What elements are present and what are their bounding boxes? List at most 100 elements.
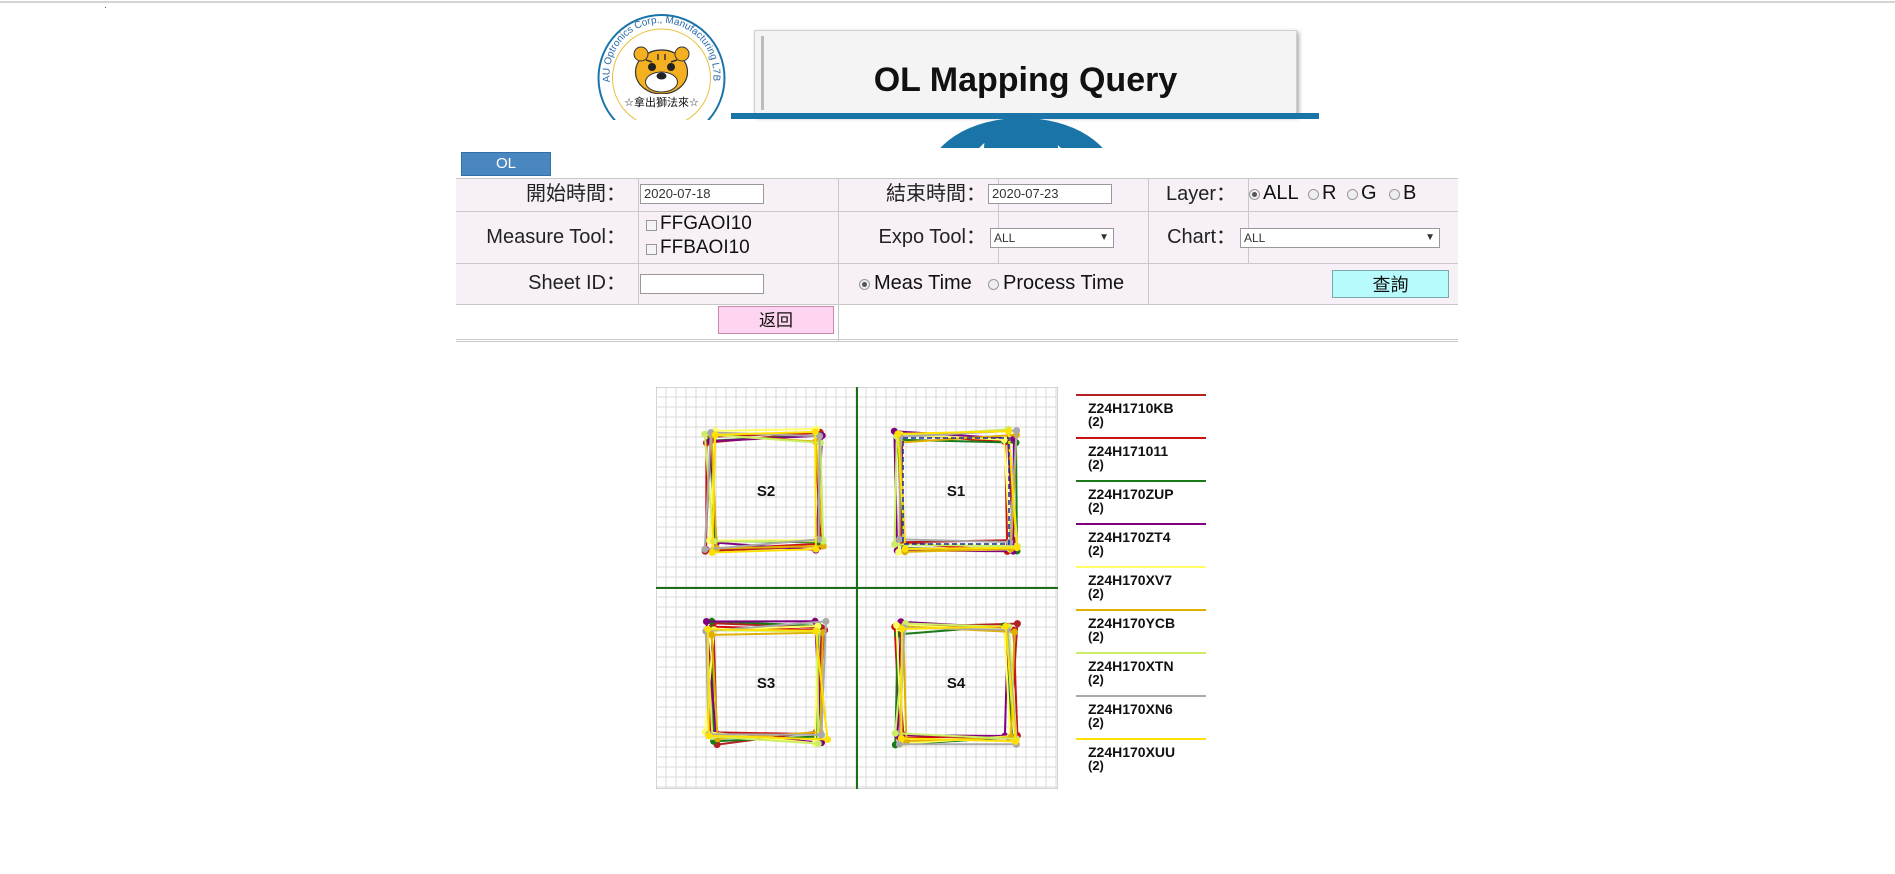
layer-label: Layer： xyxy=(1148,178,1248,211)
chevron-down-icon: ▼ xyxy=(1099,232,1109,243)
legend-swatch xyxy=(1076,480,1206,482)
series-point-Z24H170XN6 xyxy=(822,617,830,625)
legend-count: (2) xyxy=(1088,672,1104,687)
series-point-Z24H170XUU xyxy=(1005,427,1012,435)
series-point-Z24H170XUU xyxy=(811,428,819,436)
chart-select-value: ALL xyxy=(1244,231,1266,245)
legend-item: Z24H1710KB (2) xyxy=(1076,394,1206,437)
series-point-Z24H170YCB xyxy=(1011,628,1018,636)
legend-swatch xyxy=(1076,437,1206,439)
chart-label: Chart： xyxy=(1148,211,1248,263)
legend-swatch xyxy=(1076,394,1206,396)
series-point-Z24H170XUU xyxy=(901,545,909,553)
process-time-label: Process Time xyxy=(1003,272,1125,294)
legend-item: Z24H170XTN (2) xyxy=(1076,652,1206,695)
series-point-Z24H170XUU xyxy=(897,734,905,742)
legend-swatch xyxy=(1076,652,1206,654)
legend-item: Z24H170ZUP (2) xyxy=(1076,480,1206,523)
legend-count: (2) xyxy=(1088,586,1104,601)
sheet-id-label: Sheet ID： xyxy=(456,263,638,304)
page-title: OL Mapping Query xyxy=(873,61,1178,99)
legend-count: (2) xyxy=(1088,715,1104,730)
legend-swatch xyxy=(1076,695,1206,697)
measure-tool-checkbox-2[interactable] xyxy=(646,244,657,255)
legend-count: (2) xyxy=(1088,414,1104,429)
panel-label-S3: S3 xyxy=(757,675,775,692)
legend-count: (2) xyxy=(1088,758,1104,773)
title-panel: OL Mapping Query xyxy=(754,30,1297,116)
query-button[interactable]: 查詢 xyxy=(1332,270,1449,298)
series-point-Z24H170XUU xyxy=(824,736,831,743)
header-arch-decoration xyxy=(928,118,1115,148)
top-border xyxy=(0,1,1895,3)
legend-item: Z24H170XUU (2) xyxy=(1076,738,1206,781)
measure-tool-checkbox-1[interactable] xyxy=(646,220,657,231)
start-date-input[interactable]: 2020-07-18 xyxy=(640,184,764,204)
layer-option-all: ALL xyxy=(1263,182,1299,204)
legend-item: Z24H170YCB (2) xyxy=(1076,609,1206,652)
layer-radio-g[interactable] xyxy=(1347,189,1358,200)
series-point-Z24H170XN6 xyxy=(1013,427,1021,434)
overlay-mapping-chart: S2 S1 S3 S4 xyxy=(656,387,1058,789)
series-point-Z24H170XUU xyxy=(708,549,716,556)
end-time-label: 結束時間： xyxy=(838,178,998,211)
measure-tool-option-2: FFBAOI10 xyxy=(660,237,750,258)
series-point-Z24H170XTN xyxy=(701,430,709,438)
series-point-Z24H170XUU xyxy=(704,625,712,633)
series-point-Z24H170ZT4 xyxy=(702,618,710,625)
series-point-Z24H170XTN xyxy=(891,729,899,737)
legend-item: Z24H170XN6 (2) xyxy=(1076,695,1206,738)
series-point-Z24H170XUU xyxy=(812,545,820,553)
series-point-Z24H170XUU xyxy=(894,430,902,438)
legend-count: (2) xyxy=(1088,457,1104,472)
chart-legend: Z24H1710KB (2) Z24H171011 (2) Z24H170ZUP (2) Z… xyxy=(1076,394,1206,781)
back-button[interactable]: 返回 xyxy=(718,306,834,334)
layer-option-g: G xyxy=(1361,182,1377,204)
sheet-id-input[interactable] xyxy=(640,274,764,294)
series-point-Z24H170XUU xyxy=(711,431,719,439)
series-point-Z24H170XUU xyxy=(898,625,906,633)
expo-tool-select[interactable]: ALL ▼ xyxy=(990,228,1114,248)
series-point-Z24H170XTN xyxy=(814,740,822,748)
series-point-Z24H170XUU xyxy=(1002,623,1010,630)
legend-count: (2) xyxy=(1088,500,1104,515)
expo-tool-label: Expo Tool： xyxy=(838,211,998,263)
legend-item: Z24H170XV7 (2) xyxy=(1076,566,1206,609)
expo-tool-value: ALL xyxy=(994,231,1016,245)
measure-tool-label: Measure Tool： xyxy=(456,211,638,263)
layer-radio-r[interactable] xyxy=(1308,189,1319,200)
query-form: 開始時間： 結束時間： Layer： Measure Tool： Expo To… xyxy=(456,178,1458,342)
legend-count: (2) xyxy=(1088,543,1104,558)
series-point-Z24H170XUU xyxy=(705,732,713,740)
company-logo: AU Optronics Corp., Manufacturing L7B ☆拿… xyxy=(596,12,727,120)
chevron-down-icon: ▼ xyxy=(1425,232,1435,243)
meas-time-label: Meas Time xyxy=(874,272,972,294)
layer-option-r: R xyxy=(1322,182,1337,204)
process-time-radio[interactable] xyxy=(988,279,999,290)
legend-item: Z24H171011 (2) xyxy=(1076,437,1206,480)
legend-item: Z24H170ZT4 (2) xyxy=(1076,523,1206,566)
series-point-Z24H170XN6 xyxy=(701,545,709,553)
panel-label-S4: S4 xyxy=(947,675,966,692)
layer-radio-all[interactable] xyxy=(1249,189,1260,200)
logo-motto: ☆拿出獅法來☆ xyxy=(624,95,699,109)
series-point-Z24H170XN6 xyxy=(896,535,903,543)
legend-swatch xyxy=(1076,566,1206,568)
layer-radio-b[interactable] xyxy=(1389,189,1400,200)
series-point-Z24H170XUU xyxy=(812,627,820,635)
measure-tool-option-1: FFGAOI10 xyxy=(660,213,752,234)
chart-select[interactable]: ALL ▼ xyxy=(1240,228,1440,248)
legend-swatch xyxy=(1076,523,1206,525)
series-point-Z24H170XV7 xyxy=(895,548,903,556)
start-time-label: 開始時間： xyxy=(456,178,638,211)
legend-swatch xyxy=(1076,738,1206,740)
series-point-Z24H170XUU xyxy=(1012,737,1020,745)
series-point-Z24H170XN6 xyxy=(818,731,825,739)
series-point-Z24H170XTN xyxy=(891,540,898,548)
tab-ol[interactable]: OL xyxy=(461,152,551,176)
meas-time-radio[interactable] xyxy=(859,279,870,290)
end-date-input[interactable]: 2020-07-23 xyxy=(988,184,1112,204)
corner-dot xyxy=(105,7,106,8)
legend-count: (2) xyxy=(1088,629,1104,644)
panel-label-S1: S1 xyxy=(947,483,965,500)
